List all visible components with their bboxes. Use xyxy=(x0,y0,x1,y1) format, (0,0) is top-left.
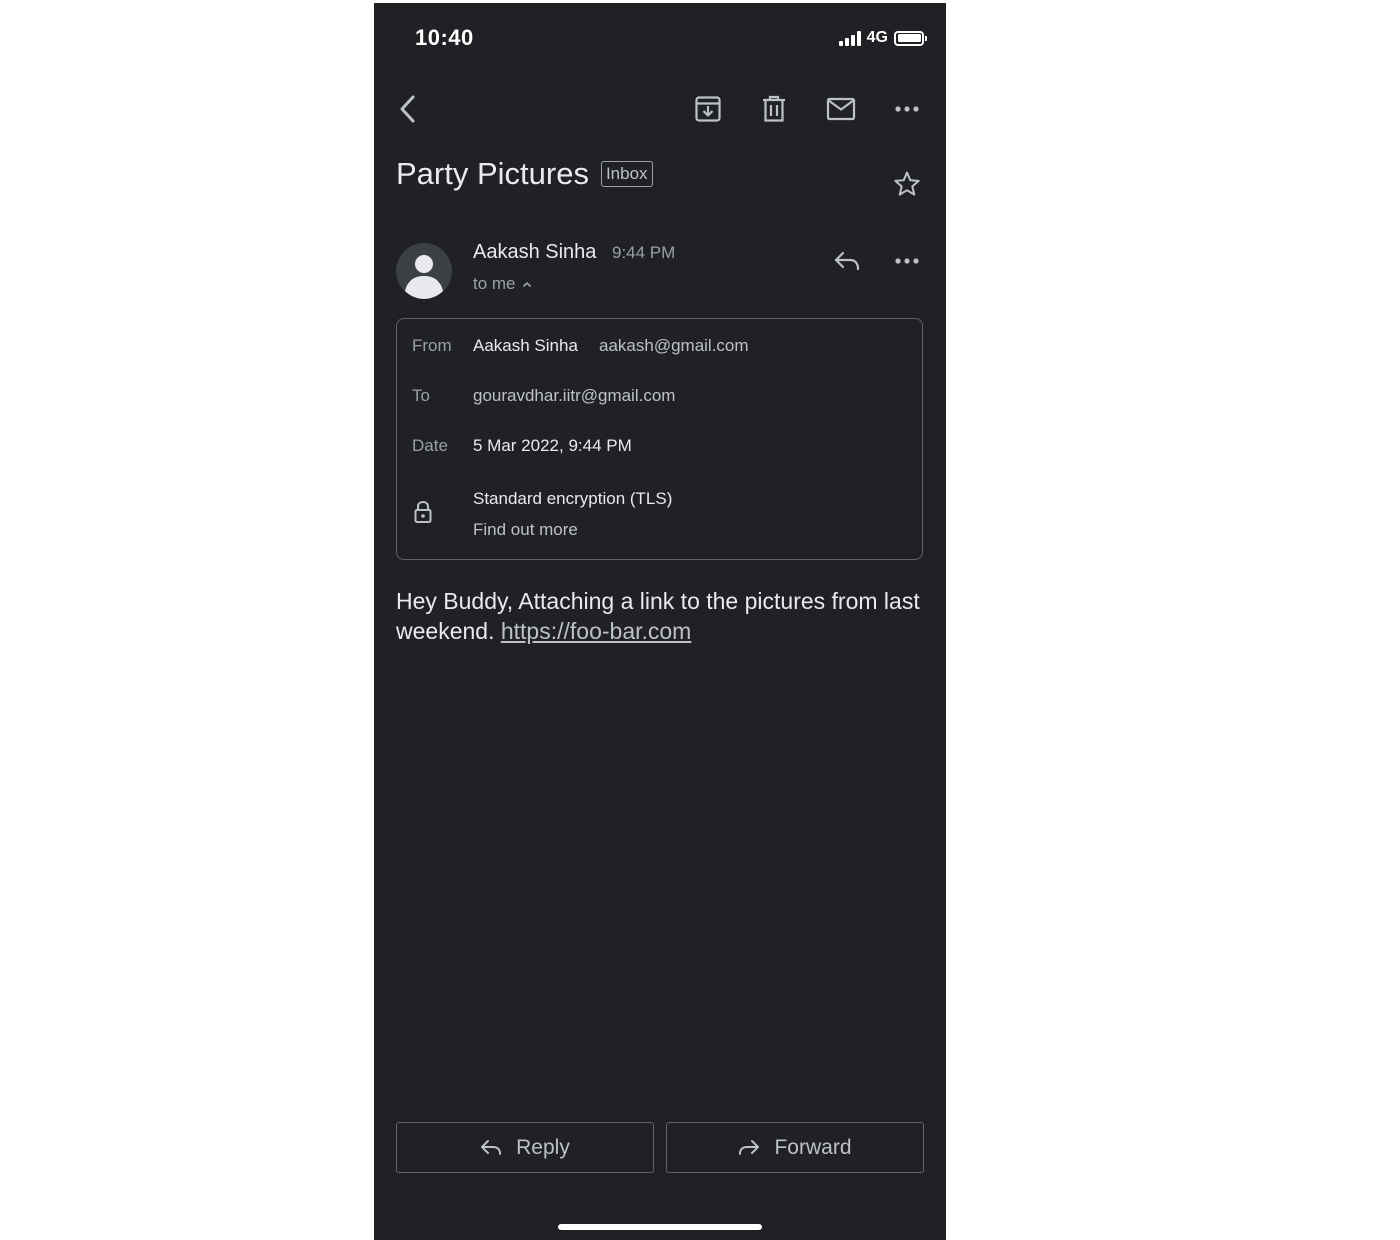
default-avatar-icon xyxy=(396,243,452,299)
lock-icon xyxy=(413,500,433,529)
forward-button-label: Forward xyxy=(774,1135,852,1159)
email-body-link[interactable]: https://foo-bar.com xyxy=(501,618,691,644)
network-type: 4G xyxy=(866,29,888,46)
from-email[interactable]: aakash@gmail.com xyxy=(599,336,749,356)
reply-icon xyxy=(481,1139,502,1155)
from-name: Aakash Sinha xyxy=(473,336,578,355)
sender-avatar[interactable] xyxy=(396,243,452,299)
phone-screen: 10:40 4G Party Pictures Inbox Aakash Sin… xyxy=(374,3,946,1240)
back-button[interactable] xyxy=(390,91,426,127)
forward-icon xyxy=(739,1139,760,1155)
forward-button[interactable]: Forward xyxy=(666,1122,924,1173)
star-outline-icon xyxy=(894,171,920,196)
star-button[interactable] xyxy=(889,166,925,202)
battery-icon xyxy=(894,30,927,46)
inbox-label-chip[interactable]: Inbox xyxy=(600,161,653,187)
date-value: 5 Mar 2022, 9:44 PM xyxy=(473,436,632,455)
reply-button-label: Reply xyxy=(516,1135,570,1159)
recipient-toggle[interactable]: to me xyxy=(473,274,532,294)
message-more-button[interactable] xyxy=(889,243,925,279)
more-icon xyxy=(895,258,919,264)
delete-button[interactable] xyxy=(756,91,792,127)
signal-icon xyxy=(838,30,861,46)
more-options-button[interactable] xyxy=(889,91,925,127)
to-email[interactable]: gouravdhar.iitr@gmail.com xyxy=(473,386,675,406)
delete-icon xyxy=(763,95,785,122)
reply-button[interactable]: Reply xyxy=(396,1122,654,1173)
status-time: 10:40 xyxy=(415,25,474,50)
message-details-panel: From Aakash Sinha aakash@gmail.com To go… xyxy=(396,318,923,560)
archive-icon xyxy=(695,96,721,122)
mark-unread-button[interactable] xyxy=(821,91,861,127)
email-body: Hey Buddy, Attaching a link to the pictu… xyxy=(396,586,924,646)
sent-time: 9:44 PM xyxy=(612,243,676,262)
reply-icon-button[interactable] xyxy=(828,243,866,279)
recipient-summary: to me xyxy=(473,274,516,293)
more-icon xyxy=(895,106,919,112)
chevron-up-icon xyxy=(522,281,531,287)
mark-unread-icon xyxy=(826,97,856,121)
reply-icon xyxy=(834,251,860,271)
find-out-more-link[interactable]: Find out more xyxy=(473,520,578,540)
sender-name[interactable]: Aakash Sinha xyxy=(473,241,596,264)
subject-row: Party Pictures Inbox xyxy=(396,156,653,192)
status-indicators: 4G xyxy=(838,29,927,47)
back-icon xyxy=(400,95,415,123)
archive-button[interactable] xyxy=(690,91,726,127)
home-indicator[interactable] xyxy=(558,1224,762,1230)
date-label: Date xyxy=(412,436,448,455)
to-label: To xyxy=(412,386,430,405)
encryption-text: Standard encryption (TLS) xyxy=(473,489,673,508)
email-subject: Party Pictures xyxy=(396,156,589,191)
from-label: From xyxy=(412,336,452,355)
